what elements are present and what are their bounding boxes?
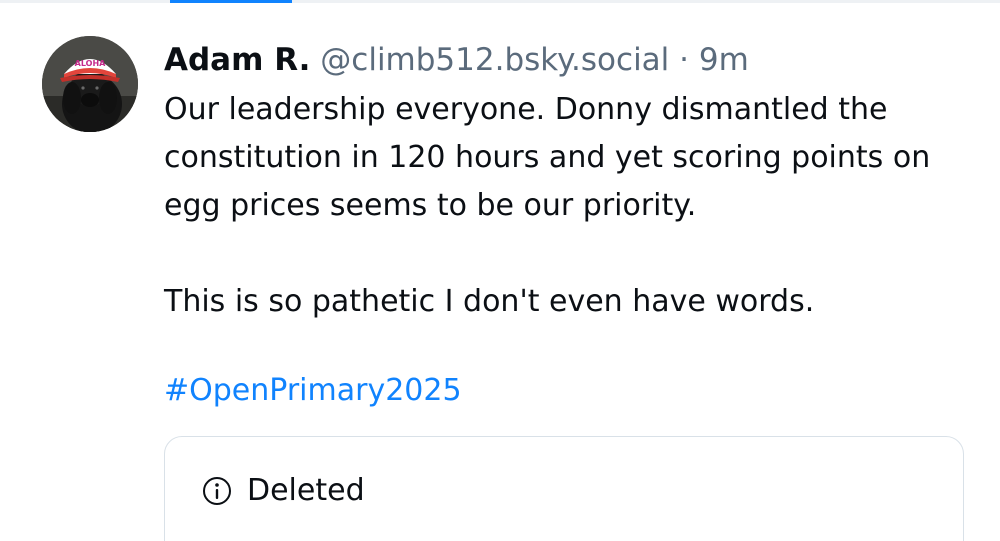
post-body: Adam R. @climb512.bsky.social · 9m Our l… (164, 40, 974, 415)
deleted-notice: Deleted (201, 473, 365, 508)
hashtag-link[interactable]: #OpenPrimary2025 (164, 373, 462, 408)
quoted-post-card[interactable]: Deleted (164, 436, 964, 541)
author-name[interactable]: Adam R. (164, 42, 310, 78)
hashtag-line: #OpenPrimary2025 (164, 367, 974, 415)
post-paragraph: Our leadership everyone. Donny dismantle… (164, 92, 931, 223)
post-text: Our leadership everyone. Donny dismantle… (164, 86, 974, 326)
deleted-label: Deleted (247, 473, 365, 508)
post-header: Adam R. @climb512.bsky.social · 9m (164, 40, 974, 80)
header-separator: · (679, 42, 690, 78)
author-handle[interactable]: @climb512.bsky.social (320, 42, 669, 78)
avatar-dog-in-cap-icon: ALOHA (42, 36, 138, 132)
avatar-cap-text: ALOHA (75, 59, 107, 68)
post-thread-view: ALOHA Adam R. @climb512.bsky.social · 9m… (0, 0, 1000, 541)
tab-bar-border (0, 0, 1000, 3)
post-timestamp[interactable]: 9m (699, 42, 749, 78)
avatar[interactable]: ALOHA (42, 36, 138, 132)
post-paragraph: This is so pathetic I don't even have wo… (164, 284, 815, 319)
info-circle-icon (203, 476, 231, 505)
active-tab-indicator (170, 0, 292, 3)
